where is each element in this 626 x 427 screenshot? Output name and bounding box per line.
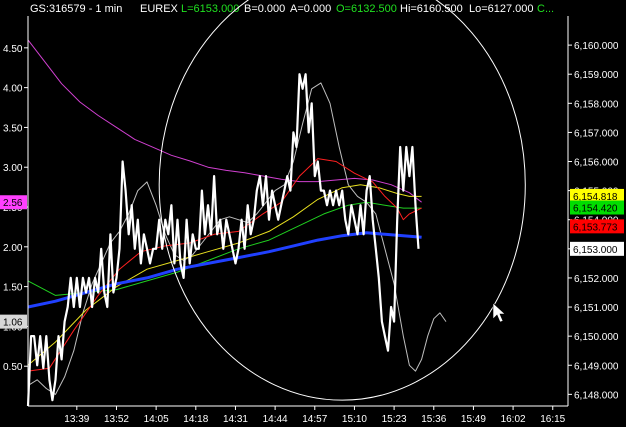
header-change: C...: [537, 3, 554, 15]
header-exchange: EUREX: [140, 3, 179, 15]
x-tick-label: 14:31: [223, 414, 248, 425]
right-tick-label: 6,151.000: [574, 303, 619, 314]
right-value-badge-label: 6,153.773: [573, 222, 618, 233]
header-low: Lo=6127.000: [469, 3, 534, 15]
x-tick-label: 15:10: [342, 414, 367, 425]
left-tick-label: 1.50: [3, 283, 23, 294]
x-tick-label: 15:23: [382, 414, 407, 425]
right-tick-label: 6,156.000: [574, 158, 619, 169]
left-tick-label: 2.00: [3, 243, 23, 254]
x-tick-label: 16:15: [540, 414, 565, 425]
x-tick-label: 14:44: [263, 414, 288, 425]
header-symbol: GS:316579 - 1 min: [30, 3, 122, 15]
right-tick-label: 6,158.000: [574, 99, 619, 110]
x-tick-label: 15:49: [461, 414, 486, 425]
right-tick-label: 6,150.000: [574, 332, 619, 343]
left-tick-label: 3.50: [3, 123, 23, 134]
x-tick-label: 14:18: [183, 414, 208, 425]
right-value-badge-label: 6,153.000: [573, 245, 618, 256]
x-tick-label: 13:39: [64, 414, 89, 425]
x-tick-label: 13:52: [104, 414, 129, 425]
right-tick-label: 6,159.000: [574, 70, 619, 81]
x-tick-label: 14:57: [302, 414, 327, 425]
header-open: O=6132.500: [336, 3, 397, 15]
x-tick-label: 14:05: [144, 414, 169, 425]
left-value-badge-label: 2.56: [3, 198, 23, 209]
left-tick-label: 3.00: [3, 163, 23, 174]
chart-window: GS:316579 - 1 min EUREX L=6153.000 B=0.0…: [0, 0, 626, 427]
header-ask: A=0.000: [290, 3, 331, 15]
right-tick-label: 6,152.000: [574, 274, 619, 285]
price-chart[interactable]: GS:316579 - 1 min EUREX L=6153.000 B=0.0…: [0, 0, 626, 427]
header-bid: B=0.000: [244, 3, 285, 15]
left-value-badge-label: 1.06: [3, 318, 23, 329]
chart-background: [0, 0, 626, 427]
right-tick-label: 6,160.000: [574, 41, 619, 52]
header-last: L=6153.000: [181, 3, 239, 15]
left-tick-label: 0.50: [3, 362, 23, 373]
x-tick-label: 16:02: [501, 414, 526, 425]
x-tick-label: 15:36: [421, 414, 446, 425]
right-value-badge-label: 6,154.420: [573, 204, 618, 215]
right-tick-label: 6,148.000: [574, 390, 619, 401]
left-tick-label: 4.50: [3, 44, 23, 55]
right-tick-label: 6,149.000: [574, 361, 619, 372]
right-tick-label: 6,157.000: [574, 128, 619, 139]
left-tick-label: 4.00: [3, 84, 23, 95]
